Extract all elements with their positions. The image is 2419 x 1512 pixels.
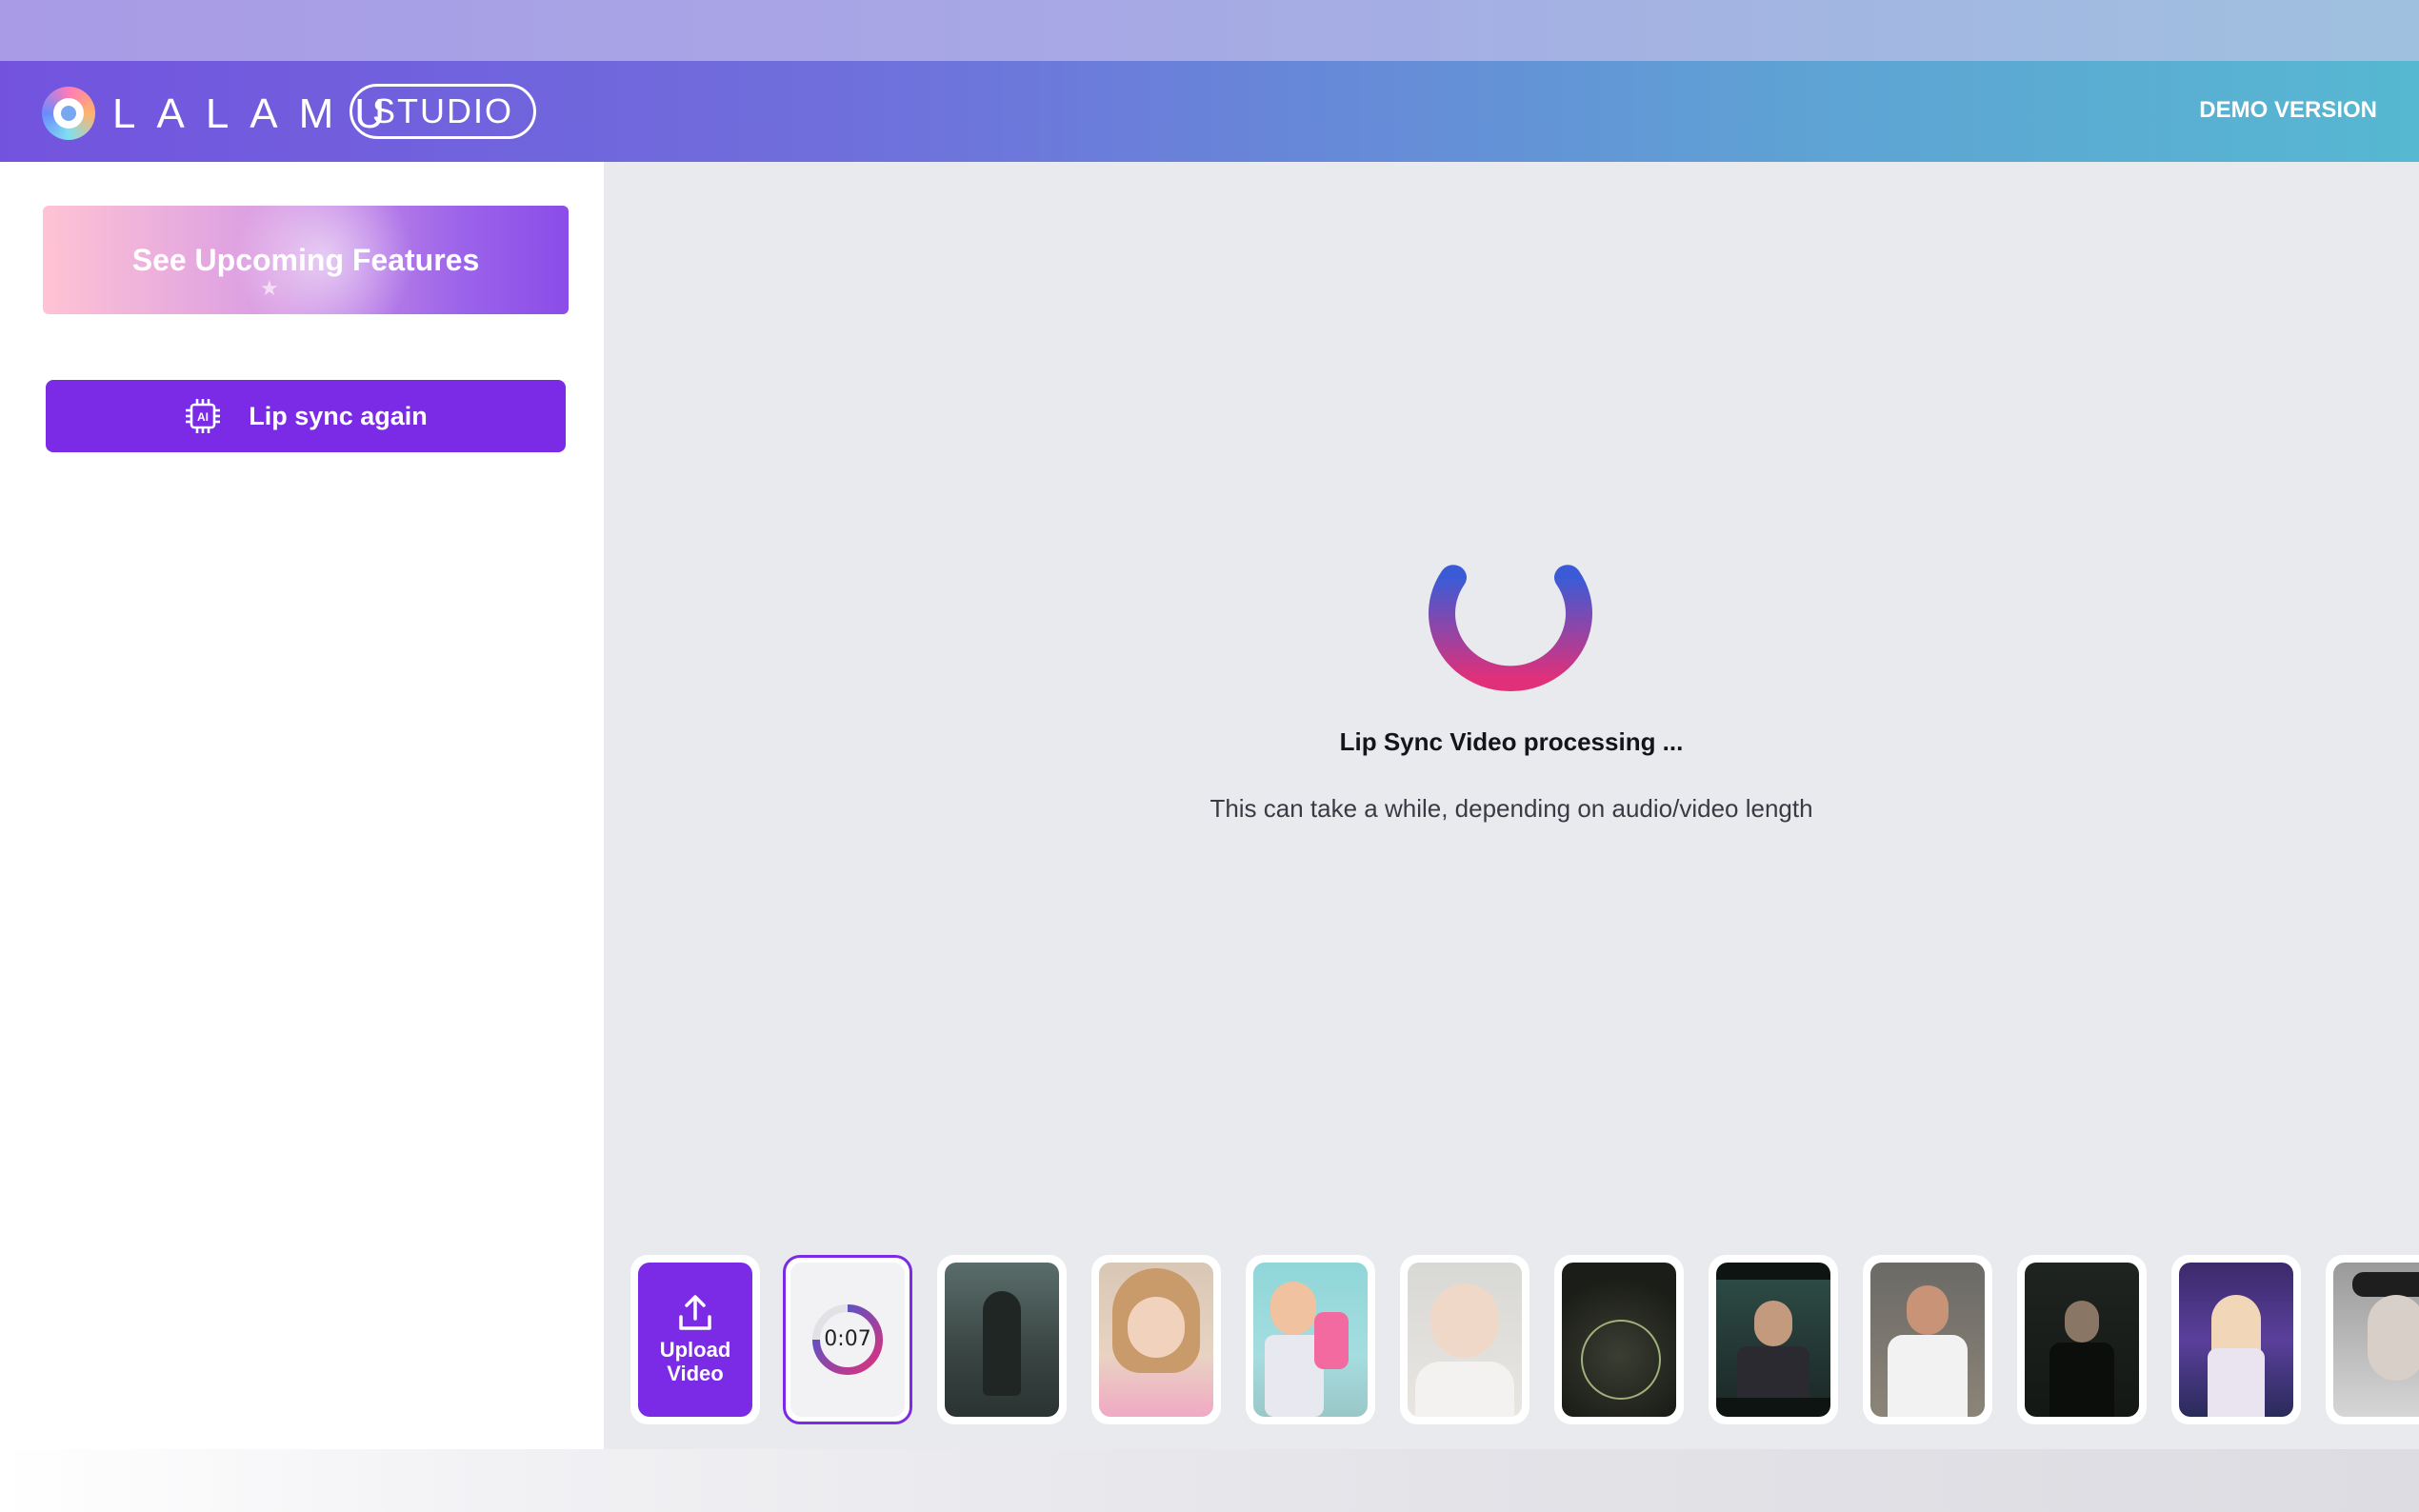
star-icon: ★ <box>260 276 279 300</box>
video-thumbnail[interactable] <box>937 1255 1067 1424</box>
ai-chip-icon: AI <box>186 399 221 433</box>
top-gradient-strip <box>0 0 2419 61</box>
bottom-background <box>0 1449 2419 1512</box>
video-thumbnail[interactable] <box>2017 1255 2147 1424</box>
thumbnail-image <box>2333 1263 2419 1417</box>
video-thumbnail[interactable] <box>1863 1255 1992 1424</box>
duration-timer: 0:07 <box>810 1303 885 1377</box>
video-thumbnail-strip[interactable]: Upload Video 0:07 <box>630 1255 2419 1424</box>
thumbnail-image <box>2179 1263 2293 1417</box>
processing-subtitle: This can take a while, depending on audi… <box>1210 794 1813 823</box>
upload-label-line2: Video <box>667 1362 724 1385</box>
video-thumbnail[interactable] <box>1709 1255 1838 1424</box>
video-thumbnail[interactable] <box>1246 1255 1375 1424</box>
timer-text: 0:07 <box>824 1327 871 1351</box>
upload-label-line1: Upload <box>659 1338 731 1362</box>
video-thumbnail[interactable] <box>1091 1255 1221 1424</box>
upload-video-tile: Upload Video <box>638 1263 752 1417</box>
upload-video-button[interactable]: Upload Video <box>630 1255 760 1424</box>
lalamu-logo-icon <box>42 87 95 140</box>
video-thumbnail[interactable] <box>1400 1255 1529 1424</box>
thumbnail-image <box>1562 1263 1676 1417</box>
upload-icon <box>679 1295 711 1330</box>
video-thumbnail-selected[interactable]: 0:07 <box>783 1255 912 1424</box>
video-thumbnail[interactable] <box>2326 1255 2419 1424</box>
selected-thumbnail-content: 0:07 <box>790 1263 905 1417</box>
processing-title: Lip Sync Video processing ... <box>1339 727 1684 756</box>
video-thumbnail[interactable] <box>2171 1255 2301 1424</box>
demo-version-label: DEMO VERSION <box>2199 97 2377 123</box>
app-header: LALAMU STUDIO DEMO VERSION <box>0 61 2419 162</box>
thumbnail-image <box>945 1263 1059 1417</box>
studio-badge: STUDIO <box>350 84 536 139</box>
thumbnail-image <box>2025 1263 2139 1417</box>
loading-spinner-icon <box>1429 565 1592 691</box>
sidebar: ★ See Upcoming Features AI Lip sync agai… <box>0 162 604 1449</box>
svg-text:AI: AI <box>197 410 209 424</box>
see-upcoming-features-button[interactable]: ★ See Upcoming Features <box>43 206 569 314</box>
thumbnail-image <box>1253 1263 1368 1417</box>
lip-sync-again-label: Lip sync again <box>249 401 428 430</box>
thumbnail-image <box>1408 1263 1522 1417</box>
video-thumbnail[interactable] <box>1554 1255 1684 1424</box>
lip-sync-again-button[interactable]: AI Lip sync again <box>46 380 566 452</box>
features-button-label: See Upcoming Features <box>131 242 480 277</box>
thumbnail-image <box>1716 1263 1830 1417</box>
thumbnail-image <box>1099 1263 1213 1417</box>
thumbnail-image <box>1870 1263 1985 1417</box>
